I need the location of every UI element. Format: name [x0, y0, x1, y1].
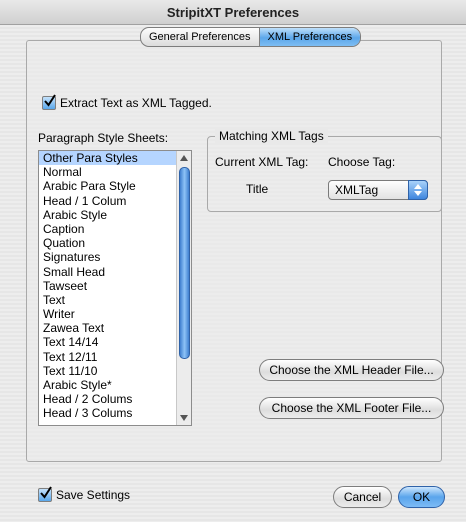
list-item[interactable]: Zawea Text [39, 321, 176, 335]
current-xml-tag-label: Current XML Tag: [215, 155, 309, 169]
list-item[interactable]: Text [39, 293, 176, 307]
selected-tag-value: XMLTag [335, 183, 379, 197]
current-xml-tag-value: Title [246, 182, 269, 196]
ok-button[interactable]: OK [398, 486, 445, 508]
list-item[interactable]: Signatures [39, 250, 176, 264]
tab-xml-preferences[interactable]: XML Preferences [258, 28, 361, 46]
paragraph-style-items: Other Para Styles Normal Arabic Para Style… [39, 151, 176, 421]
scroll-up-icon[interactable] [180, 155, 188, 161]
tab-bar: General Preferences XML Preferences [140, 27, 362, 47]
paragraph-style-list[interactable]: Other Para Styles Normal Arabic Para Style… [38, 150, 192, 426]
list-item[interactable]: Small Head [39, 265, 176, 279]
list-item[interactable]: Head / 2 Colums [39, 392, 176, 406]
matching-xml-tags-group [207, 136, 442, 212]
checkmark-icon [44, 94, 56, 107]
list-item[interactable]: Head / 1 Colum [39, 194, 176, 208]
popup-arrows-icon [408, 180, 428, 200]
checkmark-icon [40, 486, 52, 499]
list-item[interactable]: Arabic Style* [39, 378, 176, 392]
extract-text-label: Extract Text as XML Tagged. [60, 96, 212, 110]
list-item[interactable]: Text 12/11 [39, 350, 176, 364]
list-item[interactable]: Caption [39, 222, 176, 236]
extract-text-option[interactable]: Extract Text as XML Tagged. [42, 94, 212, 110]
list-item[interactable]: Arabic Style [39, 208, 176, 222]
save-settings-option[interactable]: Save Settings [38, 486, 131, 502]
list-item[interactable]: Quation [39, 236, 176, 250]
list-item[interactable]: Tawseet [39, 279, 176, 293]
scroll-down-icon[interactable] [180, 415, 188, 421]
choose-header-file-button[interactable]: Choose the XML Header File... [259, 359, 444, 381]
choose-tag-popup[interactable]: XMLTag [328, 180, 428, 200]
cancel-button[interactable]: Cancel [333, 486, 392, 508]
list-item[interactable]: Writer [39, 307, 176, 321]
save-settings-checkbox[interactable] [38, 486, 52, 502]
title-bar: StripitXT Preferences [0, 0, 466, 25]
list-item[interactable]: Normal [39, 165, 176, 179]
list-scrollbar[interactable] [176, 151, 191, 425]
matching-xml-tags-title: Matching XML Tags [215, 129, 328, 143]
save-settings-label: Save Settings [56, 488, 131, 502]
list-item[interactable]: Arabic Para Style [39, 179, 176, 193]
scroll-thumb[interactable] [179, 167, 190, 359]
window-title: StripitXT Preferences [166, 5, 300, 20]
choose-tag-label: Choose Tag: [328, 155, 396, 169]
choose-footer-file-button[interactable]: Choose the XML Footer File... [259, 397, 444, 419]
list-item[interactable]: Other Para Styles [39, 151, 176, 166]
list-item[interactable]: Head / 3 Colums [39, 406, 176, 420]
list-item[interactable]: Text 11/10 [39, 364, 176, 378]
list-item[interactable]: Text 14/14 [39, 335, 176, 349]
paragraph-style-heading: Paragraph Style Sheets: [38, 131, 169, 145]
tab-general-preferences[interactable]: General Preferences [141, 28, 258, 46]
extract-text-checkbox[interactable] [42, 94, 56, 110]
